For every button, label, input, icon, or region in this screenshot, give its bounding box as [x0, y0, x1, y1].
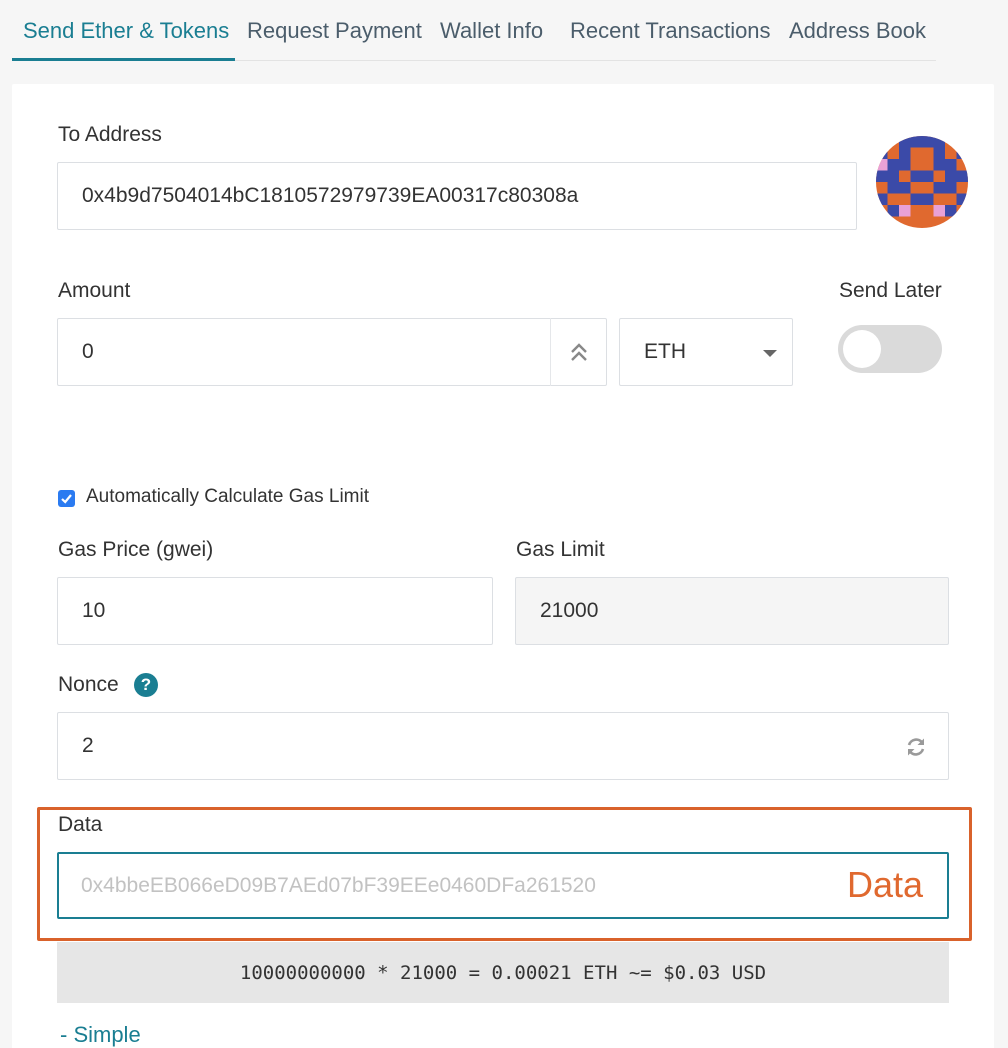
gas-price-value: 10: [82, 599, 106, 622]
tab-send-ether-tokens[interactable]: Send Ether & Tokens: [23, 18, 229, 44]
active-tab-indicator: [12, 58, 235, 61]
amount-label: Amount: [58, 279, 131, 302]
tab-recent-transactions[interactable]: Recent Transactions: [570, 18, 771, 44]
checkmark-icon: [61, 494, 72, 504]
to-address-label: To Address: [58, 123, 162, 146]
toggle-knob: [843, 330, 881, 368]
auto-gas-checkbox[interactable]: [58, 490, 75, 507]
send-later-label: Send Later: [839, 279, 942, 302]
tab-request-payment[interactable]: Request Payment: [247, 18, 422, 44]
max-amount-button[interactable]: [550, 318, 607, 386]
fee-summary-text: 10000000000 * 21000 = 0.00021 ETH ~= $0.…: [239, 961, 767, 984]
to-address-value: 0x4b9d7504014bC1810572979739EA00317c8030…: [82, 184, 579, 207]
send-later-toggle[interactable]: [838, 325, 942, 373]
unit-select-value: ETH: [644, 340, 686, 363]
gas-limit-value: 21000: [540, 599, 599, 622]
identicon-avatar: [876, 136, 968, 228]
help-icon[interactable]: ?: [134, 673, 158, 697]
tab-address-book[interactable]: Address Book: [789, 18, 926, 44]
nonce-value: 2: [82, 734, 94, 757]
simple-mode-link[interactable]: - Simple: [60, 1022, 141, 1048]
transaction-fee-summary: 10000000000 * 21000 = 0.00021 ETH ~= $0.…: [57, 942, 949, 1003]
data-input-wrapper[interactable]: Data: [57, 852, 949, 919]
nonce-label: Nonce: [58, 673, 119, 696]
tab-wallet-info[interactable]: Wallet Info: [440, 18, 543, 44]
refresh-icon[interactable]: [904, 735, 928, 759]
gas-limit-input: 21000: [515, 577, 949, 645]
data-input[interactable]: [81, 854, 821, 917]
chevron-down-icon: [763, 350, 777, 357]
gas-price-label: Gas Price (gwei): [58, 538, 214, 561]
auto-gas-label: Automatically Calculate Gas Limit: [86, 486, 369, 507]
data-label: Data: [58, 813, 103, 836]
nonce-input[interactable]: 2: [57, 712, 949, 780]
to-address-input[interactable]: 0x4b9d7504014bC1810572979739EA00317c8030…: [57, 162, 857, 230]
gas-limit-label: Gas Limit: [516, 538, 605, 561]
data-badge: Data: [846, 864, 923, 905]
double-chevron-up-icon: [571, 343, 587, 361]
gas-price-input[interactable]: 10: [57, 577, 493, 645]
tab-bar: Send Ether & Tokens Request Payment Wall…: [12, 0, 936, 61]
amount-value: 0: [82, 340, 94, 363]
amount-input[interactable]: 0: [57, 318, 607, 386]
